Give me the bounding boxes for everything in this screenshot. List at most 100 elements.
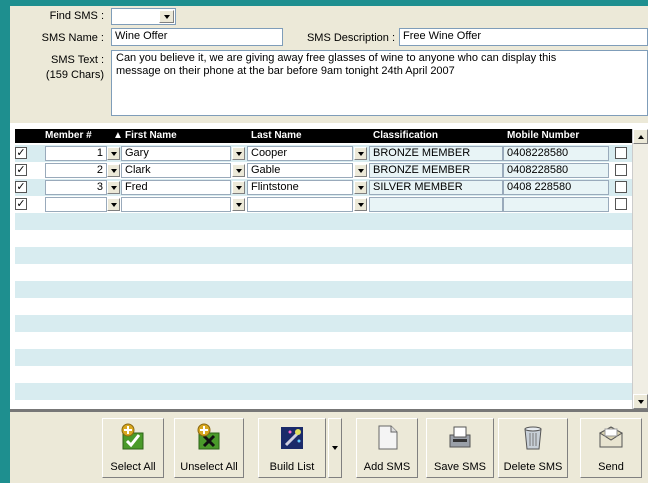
row-send-checkbox[interactable] xyxy=(615,164,627,176)
empty-row xyxy=(15,247,632,264)
sms-text-area[interactable]: Can you believe it, we are giving away f… xyxy=(111,50,648,116)
empty-row xyxy=(15,281,632,298)
member-number-cell[interactable]: 3 xyxy=(45,180,107,195)
table-row[interactable]: ✓ xyxy=(15,196,632,213)
chevron-down-icon[interactable] xyxy=(354,181,367,194)
member-number-header[interactable]: Member # xyxy=(45,130,92,141)
delete-sms-button[interactable]: Delete SMS xyxy=(498,418,568,478)
mobile-number-cell: 0408 228580 xyxy=(503,180,609,195)
chevron-down-icon[interactable] xyxy=(354,198,367,211)
chevron-down-icon[interactable] xyxy=(354,164,367,177)
empty-row xyxy=(15,298,632,315)
chevron-down-icon[interactable] xyxy=(159,10,174,23)
sms-text-label: SMS Text : xyxy=(51,54,104,66)
build-list-button[interactable]: Build List xyxy=(258,418,326,478)
unselect-all-label: Unselect All xyxy=(180,461,238,473)
row-select-checkbox[interactable]: ✓ xyxy=(15,147,27,159)
last-name-cell[interactable]: Cooper xyxy=(247,146,353,161)
sms-description-label: SMS Description : xyxy=(306,32,395,44)
delete-sms-label: Delete SMS xyxy=(503,461,563,473)
first-name-cell[interactable]: Clark xyxy=(121,163,231,178)
chevron-down-icon[interactable] xyxy=(107,147,120,160)
classification-header[interactable]: Classification xyxy=(373,130,438,141)
save-sms-label: Save SMS xyxy=(434,461,486,473)
row-send-checkbox[interactable] xyxy=(615,181,627,193)
table-row[interactable]: ✓ 3 Fred Flintstone SILVER MEMBER 0408 2… xyxy=(15,179,632,196)
select-all-label: Select All xyxy=(110,461,156,473)
find-sms-label: Find SMS : xyxy=(49,10,104,22)
cross-plus-icon xyxy=(197,423,220,450)
grid-header: Member # ▲ First Name Last Name Classifi… xyxy=(15,129,632,143)
find-sms-combo[interactable] xyxy=(111,8,176,25)
add-sms-label: Add SMS xyxy=(363,461,411,473)
first-name-cell[interactable]: Gary xyxy=(121,146,231,161)
chevron-down-icon[interactable] xyxy=(232,147,245,160)
empty-row xyxy=(15,400,632,409)
send-button[interactable]: Send xyxy=(580,418,642,478)
last-name-cell[interactable]: Flintstone xyxy=(247,180,353,195)
empty-row xyxy=(15,230,632,247)
mobile-number-cell: 0408228580 xyxy=(503,146,609,161)
member-number-cell[interactable]: 1 xyxy=(45,146,107,161)
member-number-cell[interactable] xyxy=(45,197,107,212)
chevron-down-icon[interactable] xyxy=(107,198,120,211)
empty-row xyxy=(15,366,632,383)
row-send-checkbox[interactable] xyxy=(615,198,627,210)
sort-ascending-icon[interactable]: ▲ xyxy=(113,130,123,141)
wand-icon xyxy=(281,427,303,449)
member-number-cell[interactable]: 2 xyxy=(45,163,107,178)
build-list-label: Build List xyxy=(269,461,315,473)
chevron-down-icon[interactable] xyxy=(354,147,367,160)
table-row[interactable]: ✓ 1 Gary Cooper BRONZE MEMBER 0408228580 xyxy=(15,145,632,162)
build-list-dropdown[interactable] xyxy=(328,418,342,478)
chevron-down-icon xyxy=(332,446,338,450)
sms-name-input[interactable]: Wine Offer xyxy=(111,28,283,46)
save-fax-icon xyxy=(449,426,471,448)
last-name-cell[interactable]: Gable xyxy=(247,163,353,178)
last-name-cell[interactable] xyxy=(247,197,353,212)
classification-cell: BRONZE MEMBER xyxy=(369,163,503,178)
select-all-button[interactable]: Select All xyxy=(102,418,164,478)
save-sms-button[interactable]: Save SMS xyxy=(426,418,494,478)
first-name-header[interactable]: First Name xyxy=(125,130,177,141)
last-name-header[interactable]: Last Name xyxy=(251,130,302,141)
sms-text-line-1: Can you believe it, we are giving away f… xyxy=(116,52,557,64)
classification-cell: SILVER MEMBER xyxy=(369,180,503,195)
empty-row xyxy=(15,349,632,366)
chevron-down-icon[interactable] xyxy=(232,164,245,177)
scroll-down-icon[interactable] xyxy=(633,394,648,409)
row-send-checkbox[interactable] xyxy=(615,147,627,159)
chevron-down-icon[interactable] xyxy=(232,198,245,211)
sms-char-count: (159 Chars) xyxy=(45,69,104,81)
table-row[interactable]: ✓ 2 Clark Gable BRONZE MEMBER 0408228580 xyxy=(15,162,632,179)
scroll-up-icon[interactable] xyxy=(633,129,648,144)
first-name-cell[interactable] xyxy=(121,197,231,212)
chevron-down-icon[interactable] xyxy=(107,164,120,177)
row-select-checkbox[interactable]: ✓ xyxy=(15,181,27,193)
empty-row xyxy=(15,383,632,400)
sms-window: Find SMS : SMS Name : Wine Offer SMS Des… xyxy=(0,0,648,483)
grid-vertical-scrollbar[interactable] xyxy=(632,129,648,409)
mobile-number-header[interactable]: Mobile Number xyxy=(507,130,579,141)
new-document-icon xyxy=(378,425,398,450)
first-name-cell[interactable]: Fred xyxy=(121,180,231,195)
empty-row xyxy=(15,332,632,349)
chevron-down-icon[interactable] xyxy=(107,181,120,194)
empty-row xyxy=(15,315,632,332)
classification-cell xyxy=(369,197,503,212)
send-label: Send xyxy=(598,461,624,473)
sms-description-input[interactable]: Free Wine Offer xyxy=(399,28,648,46)
row-select-checkbox[interactable]: ✓ xyxy=(15,198,27,210)
row-select-checkbox[interactable]: ✓ xyxy=(15,164,27,176)
sms-text-line-2: message on their phone at the bar before… xyxy=(116,65,455,77)
unselect-all-button[interactable]: Unselect All xyxy=(174,418,244,478)
empty-row xyxy=(15,213,632,230)
members-grid: Member # ▲ First Name Last Name Classifi… xyxy=(15,129,632,409)
window-left-border xyxy=(0,0,10,483)
recycle-bin-icon xyxy=(524,426,542,450)
classification-cell: BRONZE MEMBER xyxy=(369,146,503,161)
sms-name-label: SMS Name : xyxy=(41,32,104,44)
mobile-number-cell: 0408228580 xyxy=(503,163,609,178)
add-sms-button[interactable]: Add SMS xyxy=(356,418,418,478)
chevron-down-icon[interactable] xyxy=(232,181,245,194)
